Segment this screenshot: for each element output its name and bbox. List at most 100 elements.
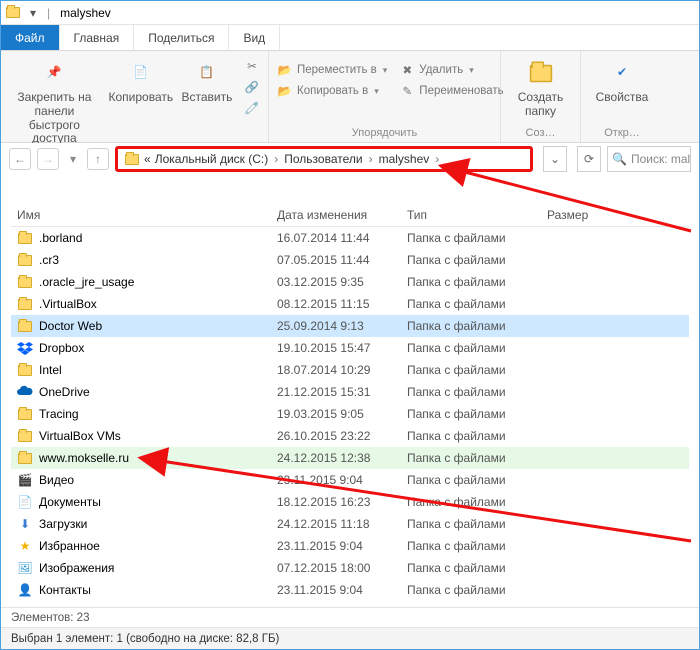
- qat-button[interactable]: ▾: [25, 5, 41, 21]
- copy-path-button[interactable]: 🔗: [242, 78, 262, 96]
- cell-type: Папка с файлами: [401, 385, 541, 399]
- folder-icon: [17, 428, 33, 444]
- search-box[interactable]: 🔍 Поиск: maly: [607, 146, 691, 172]
- crumb-users[interactable]: Пользователи: [284, 152, 362, 166]
- file-rows: .borland16.07.2014 11:44Папка с файлами.…: [11, 227, 689, 601]
- col-name[interactable]: Имя: [11, 208, 271, 222]
- table-row[interactable]: VirtualBox VMs26.10.2015 23:22Папка с фа…: [11, 425, 689, 447]
- back-button[interactable]: ←: [9, 148, 31, 170]
- paste-shortcut-button[interactable]: 🧷: [242, 99, 262, 117]
- status-count: Элементов: 23: [1, 607, 699, 627]
- cell-type: Папка с файлами: [401, 429, 541, 443]
- table-row[interactable]: ⬇Загрузки24.12.2015 11:18Папка с файлами: [11, 513, 689, 535]
- status-count-text: Элементов: 23: [11, 612, 89, 624]
- cell-name: OneDrive: [11, 384, 271, 400]
- table-row[interactable]: 👤Контакты23.11.2015 9:04Папка с файлами: [11, 579, 689, 601]
- pin-quick-access-button[interactable]: 📌 Закрепить на панели быстрого доступа: [7, 55, 102, 146]
- address-bar[interactable]: « Локальный диск (C:) › Пользователи › m…: [115, 146, 533, 172]
- up-button[interactable]: ↑: [87, 148, 109, 170]
- cell-type: Папка с файлами: [401, 561, 541, 575]
- cell-date: 25.09.2014 9:13: [271, 319, 401, 333]
- copy-button[interactable]: 📄 Копировать: [110, 55, 172, 105]
- folder-icon: [17, 230, 33, 246]
- table-row[interactable]: www.mokselle.ru24.12.2015 12:38Папка с ф…: [11, 447, 689, 469]
- folder-icon: [17, 274, 33, 290]
- new-folder-button[interactable]: Создать папку: [507, 55, 574, 119]
- cut-button[interactable]: ✂: [242, 57, 262, 75]
- table-row[interactable]: 🎬Видео23.11.2015 9:04Папка с файлами: [11, 469, 689, 491]
- cell-type: Папка с файлами: [401, 451, 541, 465]
- tab-home[interactable]: Главная: [60, 25, 135, 50]
- col-size[interactable]: Размер: [541, 208, 621, 222]
- cell-name: 🎬Видео: [11, 472, 271, 488]
- crumb-malyshev[interactable]: malyshev: [379, 152, 430, 166]
- ribbon-tabs: Файл Главная Поделиться Вид: [1, 25, 699, 51]
- file-name: Tracing: [39, 407, 79, 421]
- copy-to-button[interactable]: 📂Копировать в▾: [275, 82, 389, 100]
- cell-name: VirtualBox VMs: [11, 428, 271, 444]
- paste-button[interactable]: 📋 Вставить: [180, 55, 234, 105]
- cell-name: Doctor Web: [11, 318, 271, 334]
- file-name: .cr3: [39, 253, 59, 267]
- cell-name: Intel: [11, 362, 271, 378]
- copy-icon: 📄: [125, 57, 157, 89]
- crumb-sep: ›: [272, 152, 280, 166]
- cell-type: Папка с файлами: [401, 275, 541, 289]
- table-row[interactable]: ★Избранное23.11.2015 9:04Папка с файлами: [11, 535, 689, 557]
- recent-locations-button[interactable]: ▾: [65, 148, 81, 170]
- window-title: malyshev: [56, 6, 111, 20]
- search-icon: 🔍: [612, 152, 627, 166]
- explorer-window: ▾ | malyshev Файл Главная Поделиться Вид…: [0, 0, 700, 650]
- status-selection-text: Выбран 1 элемент: 1 (свободно на диске: …: [11, 633, 279, 645]
- table-row[interactable]: .cr307.05.2015 11:44Папка с файлами: [11, 249, 689, 271]
- table-row[interactable]: Tracing19.03.2015 9:05Папка с файлами: [11, 403, 689, 425]
- cell-name: ★Избранное: [11, 538, 271, 554]
- table-row[interactable]: .borland16.07.2014 11:44Папка с файлами: [11, 227, 689, 249]
- cell-name: .VirtualBox: [11, 296, 271, 312]
- column-headers[interactable]: Имя Дата изменения Тип Размер: [11, 203, 689, 227]
- delete-icon: ✖: [399, 62, 415, 78]
- cell-name: 👤Контакты: [11, 582, 271, 598]
- cell-name: ⬇Загрузки: [11, 516, 271, 532]
- tab-share[interactable]: Поделиться: [134, 25, 229, 50]
- cell-name: 📄Документы: [11, 494, 271, 510]
- table-row[interactable]: 📄Документы18.12.2015 16:23Папка с файлам…: [11, 491, 689, 513]
- move-to-button[interactable]: 📂Переместить в▾: [275, 61, 389, 79]
- group-new-label: Cоз…: [507, 125, 574, 142]
- dropbox-icon: [17, 340, 33, 356]
- delete-button[interactable]: ✖Удалить▾: [397, 61, 505, 79]
- col-type[interactable]: Тип: [401, 208, 541, 222]
- cell-type: Папка с файлами: [401, 583, 541, 597]
- cell-date: 23.11.2015 9:04: [271, 539, 401, 553]
- tab-view[interactable]: Вид: [229, 25, 280, 50]
- ribbon: 📌 Закрепить на панели быстрого доступа 📄…: [1, 51, 699, 143]
- refresh-button[interactable]: ⟳: [577, 146, 601, 172]
- pin-icon: 📌: [38, 57, 70, 89]
- cell-name: Dropbox: [11, 340, 271, 356]
- shortcut-icon: 🧷: [244, 100, 260, 116]
- folder-icon: [17, 296, 33, 312]
- cell-type: Папка с файлами: [401, 495, 541, 509]
- properties-button[interactable]: ✔ Свойства: [587, 55, 657, 105]
- table-row[interactable]: Doctor Web25.09.2014 9:13Папка с файлами: [11, 315, 689, 337]
- table-row[interactable]: Dropbox19.10.2015 15:47Папка с файлами: [11, 337, 689, 359]
- tab-file[interactable]: Файл: [1, 25, 60, 50]
- table-row[interactable]: .VirtualBox08.12.2015 11:15Папка с файла…: [11, 293, 689, 315]
- file-name: Загрузки: [39, 517, 87, 531]
- file-name: Документы: [39, 495, 101, 509]
- rename-button[interactable]: ✎Переименовать: [397, 82, 505, 100]
- cell-name: .oracle_jre_usage: [11, 274, 271, 290]
- table-row[interactable]: Intel18.07.2014 10:29Папка с файлами: [11, 359, 689, 381]
- folder-icon: [17, 450, 33, 466]
- path-icon: 🔗: [244, 79, 260, 95]
- crumb-disk[interactable]: Локальный диск (C:): [155, 152, 269, 166]
- col-date[interactable]: Дата изменения: [271, 208, 401, 222]
- cell-type: Папка с файлами: [401, 407, 541, 421]
- table-row[interactable]: .oracle_jre_usage03.12.2015 9:35Папка с …: [11, 271, 689, 293]
- clipboard-extra: ✂ 🔗 🧷: [242, 55, 262, 117]
- table-row[interactable]: OneDrive21.12.2015 15:31Папка с файлами: [11, 381, 689, 403]
- table-row[interactable]: 🖼Изображения07.12.2015 18:00Папка с файл…: [11, 557, 689, 579]
- history-dropdown-button[interactable]: ⌄: [543, 146, 567, 172]
- forward-button[interactable]: →: [37, 148, 59, 170]
- move-icon: 📂: [277, 62, 293, 78]
